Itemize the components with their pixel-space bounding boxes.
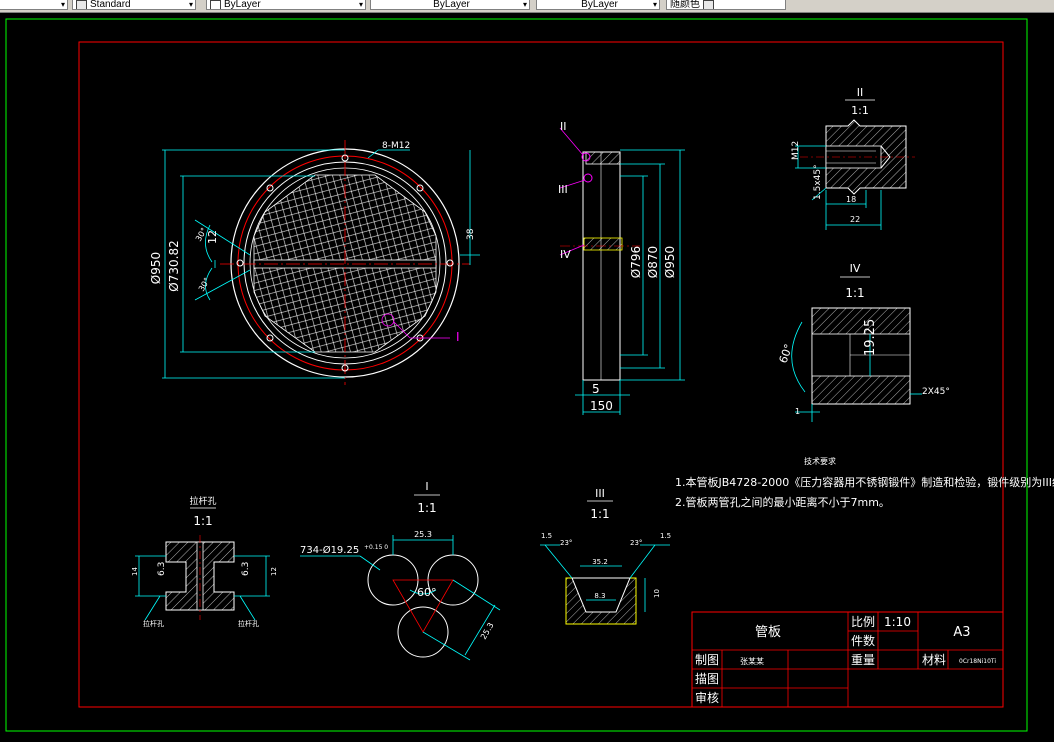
mark-iii: III	[558, 183, 568, 196]
plot-style-dropdown[interactable]: 随颜色	[666, 0, 786, 10]
svg-text:8.3: 8.3	[594, 592, 605, 600]
dim-950: Ø950	[149, 252, 163, 284]
svg-text:拉杆孔: 拉杆孔	[143, 619, 164, 628]
svg-text:25.3: 25.3	[414, 530, 432, 539]
layer-dropdown[interactable]: ByLayer ▾	[206, 0, 366, 10]
svg-text:23°: 23°	[560, 539, 572, 547]
scale-value: 1:10	[884, 615, 911, 629]
svg-text:1:1: 1:1	[851, 104, 869, 117]
detail-ii: II 1:1 M12 1.5x45° 18 22	[791, 86, 915, 230]
svg-text:IV: IV	[850, 262, 861, 275]
drawing-name: 管板	[755, 625, 781, 640]
svg-text:张某某: 张某某	[740, 657, 764, 666]
text-style-icon	[76, 0, 87, 9]
svg-text:734-Ø19.25: 734-Ø19.25	[300, 544, 359, 556]
svg-text:6.3: 6.3	[241, 562, 251, 576]
svg-text:描图: 描图	[695, 672, 719, 686]
svg-text:25.3: 25.3	[479, 621, 496, 641]
svg-text:19.25: 19.25	[863, 319, 878, 356]
sheet-size: A3	[953, 625, 970, 640]
svg-text:1:1: 1:1	[590, 507, 609, 521]
detail-i: I 1:1 25.3 734-Ø19.25 +0.15 0 60° 25.3	[300, 480, 501, 661]
svg-text:1:1: 1:1	[417, 501, 436, 515]
svg-text:22: 22	[850, 215, 860, 224]
detail-iii: III 1:1 1.5 23° 23° 1.5 35.2 8.3 10	[540, 487, 671, 625]
svg-text:10: 10	[653, 589, 661, 598]
chevron-down-icon: ▾	[188, 0, 193, 9]
chevron-down-icon: ▾	[60, 0, 65, 9]
chevron-down-icon: ▾	[522, 0, 527, 9]
svg-text:1.本管板JB4728-2000《压力容器用不锈钢锻件》制造: 1.本管板JB4728-2000《压力容器用不锈钢锻件》制造和检验，锻件级别为I…	[675, 475, 1054, 489]
dim-5: 5	[592, 382, 600, 396]
title-block: 管板 比例 1:10 件数 重量 A3 制图 张某某 描图 审核 材料 0Cr1…	[691, 611, 1004, 708]
dim-870: Ø870	[646, 246, 660, 278]
svg-text:材料: 材料	[922, 653, 946, 667]
svg-text:审核: 审核	[695, 690, 719, 705]
chevron-down-icon: ▾	[358, 0, 363, 9]
mark-ii: II	[560, 120, 567, 133]
svg-text:III: III	[595, 487, 605, 500]
text-style-prev-dropdown[interactable]: ▾	[0, 0, 68, 10]
detail-tie-rod: 拉杆孔 1:1 14 6.3 6.3 12 拉杆孔 拉杆孔	[131, 495, 278, 628]
svg-text:1.5: 1.5	[660, 532, 671, 540]
svg-text:M12: M12	[791, 141, 801, 160]
svg-text:12: 12	[270, 567, 278, 576]
svg-text:技术要求: 技术要求	[804, 456, 836, 466]
main-view: 8-M12 Ø950 Ø730.82 12 30° 30° 38 I	[149, 140, 480, 385]
color-swatch-icon	[210, 0, 221, 9]
svg-text:23°: 23°	[630, 539, 642, 547]
svg-text:II: II	[857, 86, 864, 99]
material-value: 0Cr18Ni10Ti	[959, 658, 996, 665]
dim-38: 38	[466, 228, 476, 240]
svg-text:2X45°: 2X45°	[922, 387, 950, 397]
svg-text:件数: 件数	[851, 633, 875, 648]
svg-text:重量: 重量	[851, 653, 875, 667]
svg-text:2.管板两管孔之间的最小距离不小于7mm。: 2.管板两管孔之间的最小距离不小于7mm。	[675, 495, 890, 509]
dim-730: Ø730.82	[167, 240, 181, 291]
mark-iv: IV	[560, 248, 571, 261]
dim-950-side: Ø950	[663, 246, 677, 278]
chevron-down-icon: ▾	[652, 0, 657, 9]
technical-notes: 技术要求 1.本管板JB4728-2000《压力容器用不锈钢锻件》制造和检验，锻…	[675, 456, 1054, 509]
svg-text:1.5: 1.5	[541, 532, 552, 540]
side-view: Ø796 Ø870 Ø950 5 150 II III IV	[558, 120, 685, 415]
callout-i: I	[456, 330, 460, 344]
svg-text:1:1: 1:1	[845, 286, 864, 300]
svg-text:18: 18	[846, 195, 856, 204]
svg-text:6.3: 6.3	[157, 562, 167, 576]
svg-text:比例: 比例	[851, 615, 875, 629]
cad-drawing: 8-M12 Ø950 Ø730.82 12 30° 30° 38 I Ø796 …	[5, 18, 1054, 732]
svg-text:+0.15 0: +0.15 0	[364, 544, 388, 551]
svg-text:35.2: 35.2	[592, 558, 608, 566]
svg-text:60°: 60°	[417, 586, 437, 599]
svg-text:14: 14	[131, 567, 139, 576]
dim-796: Ø796	[629, 246, 643, 278]
svg-text:拉杆孔: 拉杆孔	[189, 495, 216, 507]
svg-text:1: 1	[795, 407, 800, 416]
drawing-canvas[interactable]: 8-M12 Ø950 Ø730.82 12 30° 30° 38 I Ø796 …	[0, 12, 1054, 738]
detail-iv: IV 1:1 60° 19.25 2X45° 1	[777, 262, 950, 422]
plot-icon	[703, 0, 714, 9]
lineweight-dropdown[interactable]: ByLayer ▾	[536, 0, 660, 10]
leader-label: 8-M12	[382, 141, 410, 151]
svg-text:60°: 60°	[777, 342, 796, 365]
svg-text:制图: 制图	[695, 653, 719, 667]
angle-2: 30°	[197, 276, 212, 293]
linetype-dropdown[interactable]: ByLayer ▾	[370, 0, 530, 10]
svg-text:I: I	[425, 480, 428, 493]
text-style-dropdown[interactable]: Standard ▾	[72, 0, 196, 10]
svg-text:拉杆孔: 拉杆孔	[238, 619, 259, 628]
svg-text:1:1: 1:1	[193, 514, 212, 528]
dim-150: 150	[590, 399, 613, 413]
svg-text:1.5x45°: 1.5x45°	[813, 164, 823, 200]
